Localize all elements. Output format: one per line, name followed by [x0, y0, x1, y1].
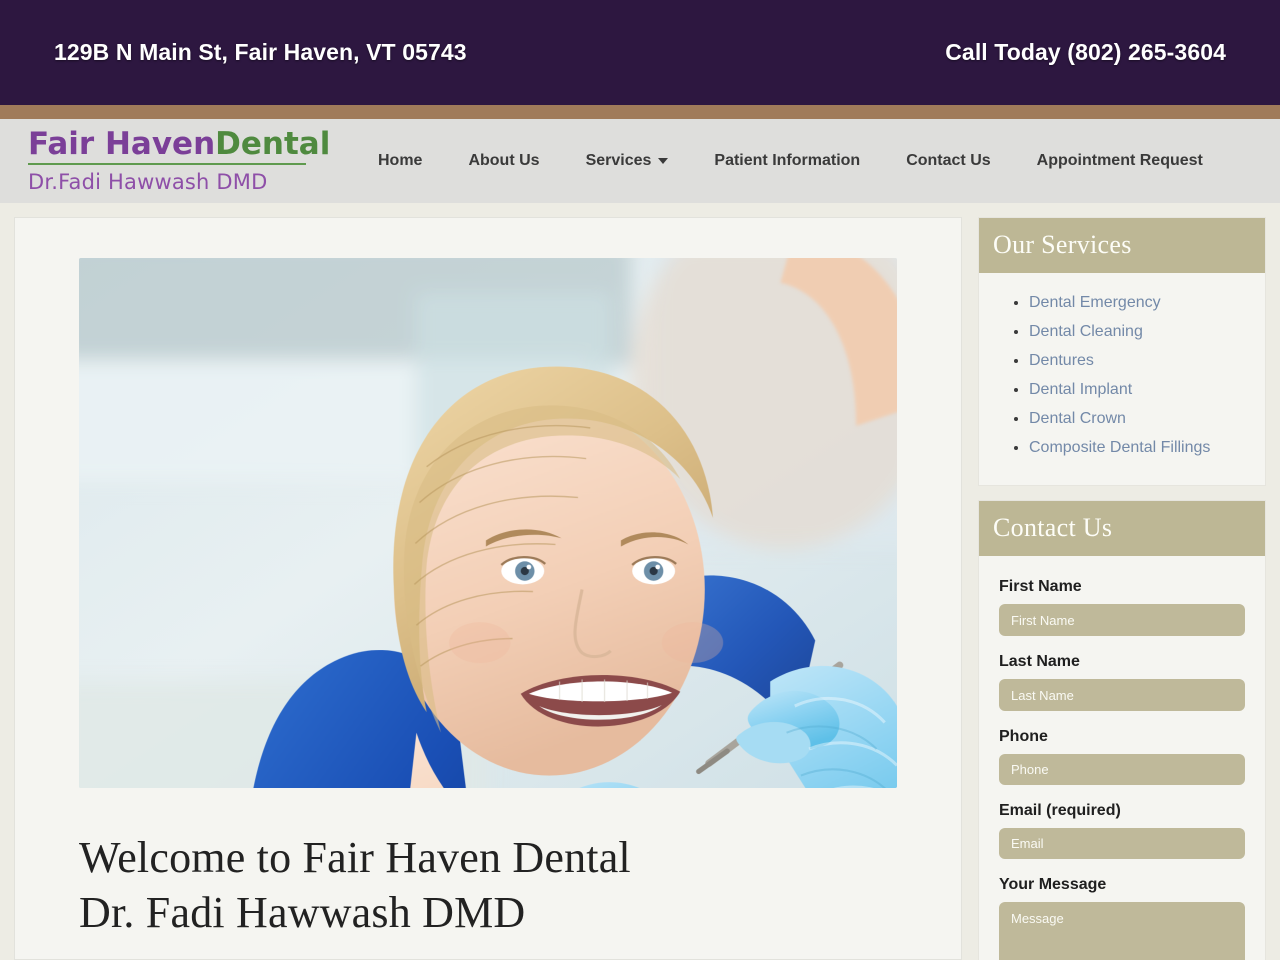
logo-word-dental: Dental	[215, 125, 331, 162]
first-name-label: First Name	[999, 578, 1082, 595]
contact-us-widget: Contact Us First Name Last Name Phone Em…	[978, 500, 1266, 960]
service-link-composite-dental-fillings[interactable]: Composite Dental Fillings	[1029, 439, 1210, 456]
first-name-input[interactable]	[999, 604, 1245, 636]
service-link-dental-emergency[interactable]: Dental Emergency	[1029, 294, 1161, 311]
brown-divider-strip	[0, 105, 1280, 119]
list-item: Dentures	[1029, 349, 1251, 373]
email-label: Email (required)	[999, 802, 1121, 819]
nav-item-appointment-request[interactable]: Appointment Request	[1014, 144, 1226, 178]
nav-item-home[interactable]: Home	[355, 144, 445, 178]
main-navigation: Home About Us Services Patient Informati…	[355, 144, 1280, 178]
message-label: Your Message	[999, 876, 1107, 893]
message-textarea[interactable]	[999, 902, 1245, 960]
page-title-line-2: Dr. Fadi Hawwash DMD	[79, 888, 526, 937]
our-services-title: Our Services	[979, 218, 1265, 273]
phone-label: Phone	[999, 728, 1048, 745]
first-name-field-group: First Name	[999, 578, 1245, 636]
site-logo[interactable]: Fair HavenDental Dr.Fadi Hawwash DMD	[0, 125, 355, 194]
call-today-phone[interactable]: Call Today (802) 265-3604	[945, 39, 1226, 66]
our-services-body: Dental Emergency Dental Cleaning Denture…	[979, 273, 1265, 485]
top-contact-bar: 129B N Main St, Fair Haven, VT 05743 Cal…	[0, 0, 1280, 105]
our-services-widget: Our Services Dental Emergency Dental Cle…	[978, 217, 1266, 486]
nav-label: Patient Information	[714, 152, 861, 169]
service-link-dental-crown[interactable]: Dental Crown	[1029, 410, 1126, 427]
phone-input[interactable]	[999, 754, 1245, 785]
nav-label: About Us	[468, 152, 540, 169]
logo-doctor-tagline: Dr.Fadi Hawwash DMD	[28, 169, 268, 194]
hero-dental-patient-image	[79, 258, 897, 788]
last-name-field-group: Last Name	[999, 653, 1245, 711]
nav-item-patient-information[interactable]: Patient Information	[691, 144, 883, 178]
list-item: Dental Crown	[1029, 407, 1251, 431]
chevron-down-icon	[658, 158, 669, 164]
list-item: Dental Emergency	[1029, 291, 1251, 315]
last-name-input[interactable]	[999, 679, 1245, 711]
sidebar: Our Services Dental Emergency Dental Cle…	[978, 217, 1266, 960]
page-title: Welcome to Fair Haven Dental Dr. Fadi Ha…	[79, 830, 897, 940]
office-address: 129B N Main St, Fair Haven, VT 05743	[54, 39, 467, 65]
list-item: Dental Implant	[1029, 378, 1251, 402]
logo-word-fairhaven: Fair Haven	[28, 125, 216, 162]
nav-label: Home	[378, 152, 423, 169]
last-name-label: Last Name	[999, 653, 1080, 670]
page-title-line-1: Welcome to Fair Haven Dental	[79, 833, 631, 882]
list-item: Dental Cleaning	[1029, 320, 1251, 344]
message-field-group: Your Message	[999, 876, 1245, 960]
email-input[interactable]	[999, 828, 1245, 859]
nav-label: Services	[585, 152, 652, 169]
email-field-group: Email (required)	[999, 802, 1245, 859]
nav-item-services[interactable]: Services	[563, 144, 692, 178]
phone-field-group: Phone	[999, 728, 1245, 785]
contact-us-title: Contact Us	[979, 501, 1265, 556]
page-body: Welcome to Fair Haven Dental Dr. Fadi Ha…	[0, 203, 1280, 960]
service-link-dentures[interactable]: Dentures	[1029, 352, 1094, 369]
services-list: Dental Emergency Dental Cleaning Denture…	[993, 291, 1251, 460]
hero-illustration	[79, 258, 897, 788]
nav-label: Appointment Request	[1036, 152, 1203, 169]
nav-label: Contact Us	[906, 152, 991, 169]
contact-form: First Name Last Name Phone Email (requir…	[979, 556, 1265, 960]
list-item: Composite Dental Fillings	[1029, 436, 1251, 460]
service-link-dental-cleaning[interactable]: Dental Cleaning	[1029, 323, 1143, 340]
main-content-card: Welcome to Fair Haven Dental Dr. Fadi Ha…	[14, 217, 962, 960]
service-link-dental-implant[interactable]: Dental Implant	[1029, 381, 1132, 398]
nav-item-contact-us[interactable]: Contact Us	[883, 144, 1013, 178]
nav-item-about-us[interactable]: About Us	[445, 144, 562, 178]
site-header: Fair HavenDental Dr.Fadi Hawwash DMD Hom…	[0, 119, 1280, 203]
logo-primary-text: Fair HavenDental	[28, 125, 330, 165]
